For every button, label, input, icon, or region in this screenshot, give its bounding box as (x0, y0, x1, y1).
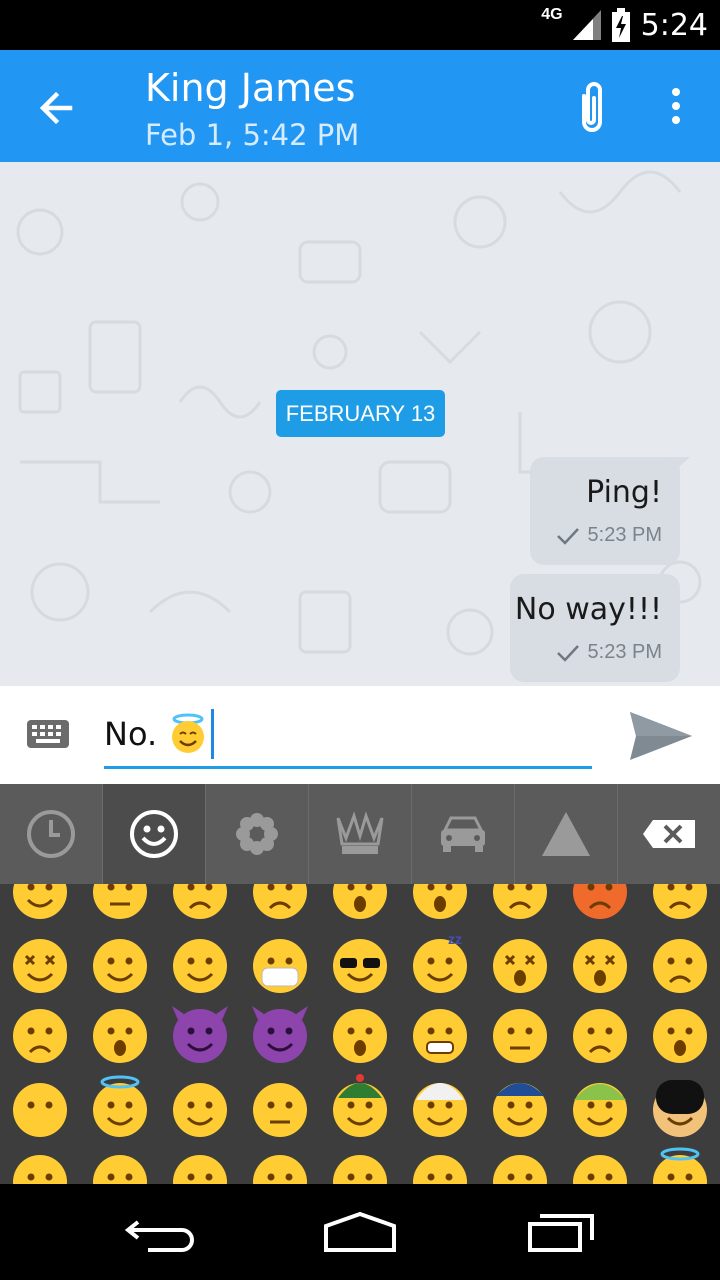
network-type: 4G (541, 6, 563, 23)
man-turban-emoji[interactable] (413, 1083, 467, 1137)
sunglasses-emoji[interactable] (333, 939, 387, 993)
composer-bar: No. (0, 686, 720, 784)
recent-apps-nav-icon[interactable] (522, 1208, 602, 1256)
dizzy-emoji[interactable] (493, 939, 547, 993)
no-mouth-emoji[interactable] (13, 1083, 67, 1137)
sent-check-icon (556, 527, 579, 545)
sleeping-emoji[interactable]: zz (413, 931, 467, 993)
imp-emoji[interactable] (252, 1006, 308, 1063)
battery-icon (611, 8, 630, 42)
hushed-emoji[interactable] (653, 1009, 707, 1063)
fearful-emoji[interactable] (333, 884, 387, 919)
tab-nature[interactable] (206, 784, 309, 884)
smiling-face-with-halo-icon (172, 713, 205, 753)
open-mouth-emoji[interactable] (333, 1009, 387, 1063)
chat-area[interactable]: FEBRUARY 13 Ping! 5:23 PM No way!!! 5:23… (0, 162, 720, 686)
input-underline (104, 766, 592, 769)
confused-emoji[interactable] (573, 1009, 627, 1063)
worried-emoji[interactable] (653, 939, 707, 993)
anguished-emoji[interactable] (93, 1009, 147, 1063)
woman-emoji[interactable] (333, 1155, 387, 1184)
contact-name[interactable]: King James (145, 66, 355, 110)
tab-recent[interactable] (0, 784, 103, 884)
tab-backspace[interactable] (618, 784, 720, 884)
older-man-emoji[interactable] (413, 1155, 467, 1184)
message-meta: 5:23 PM (556, 524, 662, 547)
message-time: 5:23 PM (587, 641, 662, 663)
man-emoji[interactable] (253, 1155, 307, 1184)
laughing-emoji[interactable] (93, 939, 147, 993)
sent-check-icon (556, 644, 579, 662)
send-icon[interactable] (626, 706, 696, 766)
construction-worker-emoji[interactable] (573, 1083, 627, 1137)
tired-emoji[interactable] (253, 884, 307, 919)
guardsman-emoji[interactable] (653, 1080, 707, 1137)
yum-emoji[interactable] (173, 939, 227, 993)
text-cursor (211, 709, 215, 759)
grimacing-emoji[interactable] (413, 1009, 467, 1063)
smirk-emoji[interactable] (173, 1083, 227, 1137)
message-bubble[interactable]: No way!!! 5:23 PM (510, 574, 680, 682)
app-bar: King James Feb 1, 5:42 PM (0, 50, 720, 162)
tab-symbols[interactable] (515, 784, 618, 884)
back-nav-icon[interactable] (120, 1208, 200, 1256)
keyboard-icon[interactable] (26, 719, 70, 749)
clock: 5:24 (640, 7, 708, 43)
smiling-imp-emoji[interactable] (172, 1006, 228, 1063)
expressionless-emoji[interactable] (253, 1083, 307, 1137)
innocent-emoji[interactable] (93, 1075, 147, 1137)
girl-emoji[interactable] (173, 1155, 227, 1184)
angel-emoji[interactable] (653, 1147, 707, 1184)
attach-icon[interactable] (572, 78, 612, 138)
baby-emoji[interactable] (13, 1155, 67, 1184)
message-input[interactable]: No. (104, 708, 215, 760)
date-separator: FEBRUARY 13 (276, 390, 445, 437)
tab-places[interactable] (412, 784, 515, 884)
pouting-emoji[interactable] (573, 884, 627, 919)
person-blond-emoji[interactable] (573, 1155, 627, 1184)
flower-icon (236, 813, 278, 855)
angry-emoji[interactable] (493, 884, 547, 919)
emoji-grid: zz (0, 884, 720, 1184)
message-text: No way!!! (514, 592, 662, 627)
bubble-tail (670, 457, 690, 475)
message-text: Ping! (586, 475, 662, 510)
message-time: 5:23 PM (587, 524, 662, 546)
message-meta: 5:23 PM (556, 641, 662, 664)
boy-emoji[interactable] (93, 1155, 147, 1184)
emoji-category-tabs (0, 784, 720, 884)
man-gua-pi-mao-emoji[interactable] (333, 1074, 387, 1137)
recent-icon (27, 810, 75, 858)
confounded-emoji[interactable] (13, 939, 67, 993)
back-arrow-icon[interactable] (30, 82, 82, 134)
scream-emoji[interactable] (413, 884, 467, 919)
mask-emoji[interactable] (253, 939, 307, 993)
backspace-icon (643, 820, 695, 848)
frowning-emoji[interactable] (13, 1009, 67, 1063)
neutral-emoji[interactable] (493, 1009, 547, 1063)
message-input-value: No. (104, 715, 158, 753)
last-seen: Feb 1, 5:42 PM (145, 118, 360, 152)
home-nav-icon[interactable] (320, 1208, 400, 1256)
smiley-icon (130, 810, 178, 858)
tab-smileys[interactable] (103, 784, 206, 884)
svg-text:zz: zz (448, 931, 462, 947)
car-icon (441, 816, 485, 852)
more-options-icon[interactable] (660, 86, 692, 126)
cop-emoji[interactable] (493, 1083, 547, 1137)
signal-icon (572, 10, 601, 40)
emoji-grid-canvas: zz (13, 884, 707, 1184)
crying-loud-emoji[interactable] (653, 884, 707, 919)
status-bar: 4G 5:24 (0, 0, 720, 50)
unamused-emoji[interactable] (93, 884, 147, 919)
crown-icon (336, 811, 384, 854)
grinning-sweat-emoji[interactable] (13, 884, 67, 919)
astonished-x-emoji[interactable] (573, 939, 627, 993)
navigation-bar (0, 1184, 720, 1280)
weary-emoji[interactable] (173, 884, 227, 919)
triangle-icon (542, 812, 590, 856)
message-bubble[interactable]: Ping! 5:23 PM (530, 457, 690, 565)
tab-objects[interactable] (309, 784, 412, 884)
older-woman-emoji[interactable] (493, 1155, 547, 1184)
